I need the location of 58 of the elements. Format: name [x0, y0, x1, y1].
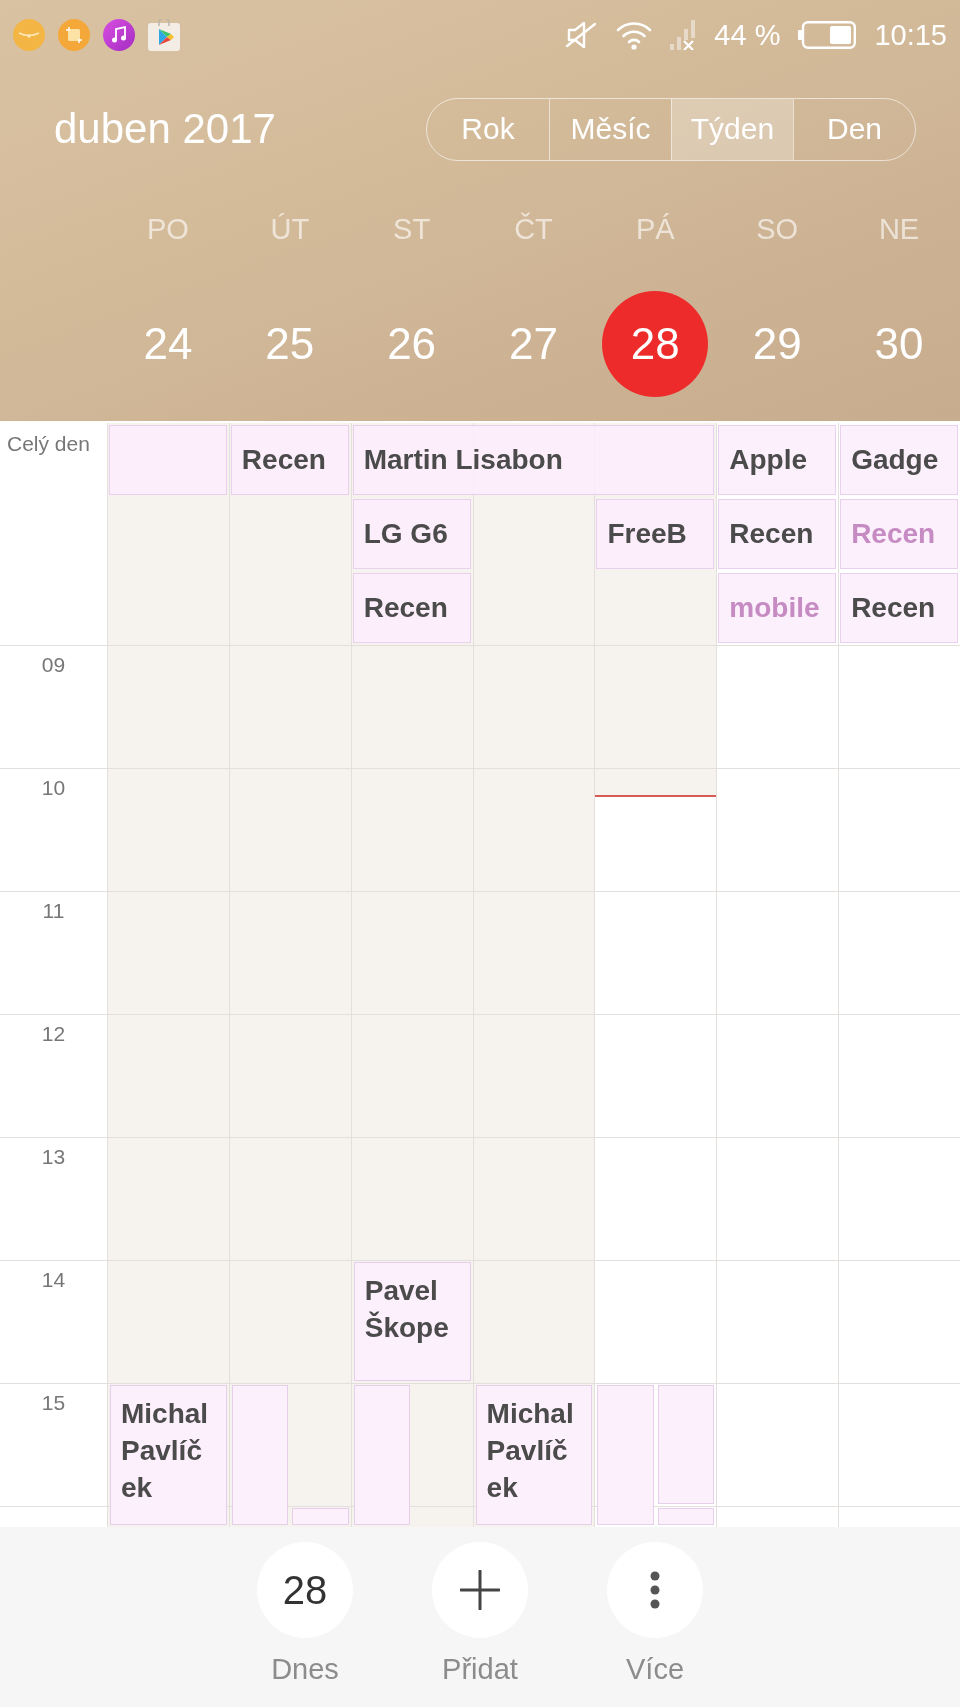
all-day-event[interactable]: Martin Lisabon	[352, 425, 715, 495]
calendar-event[interactable]	[292, 1508, 349, 1525]
calendar-event[interactable]: Michal Pavlíček	[110, 1385, 227, 1525]
all-day-event[interactable]: FreeB	[596, 499, 715, 569]
hour-label: 14	[41, 1269, 66, 1290]
weekday-label: ST	[393, 215, 431, 244]
all-day-event[interactable]: Gadge	[840, 425, 958, 495]
wifi-icon	[616, 20, 653, 50]
hour-label: 11	[42, 900, 65, 921]
calendar-event[interactable]	[657, 1385, 715, 1504]
day-column[interactable]	[228, 645, 351, 1527]
shopping-bag-icon	[148, 19, 180, 51]
weekday-label: ÚT	[270, 215, 310, 244]
hour-label: 10	[41, 777, 66, 798]
all-day-event[interactable]: LG G6	[352, 499, 471, 569]
no-signal-icon	[670, 20, 697, 50]
all-day-event[interactable]	[109, 425, 227, 495]
crop-app-icon	[58, 19, 90, 51]
battery-icon	[798, 21, 857, 49]
app-icon	[13, 19, 45, 51]
clock-time: 10:15	[874, 20, 947, 50]
day-column[interactable]	[594, 645, 717, 1527]
day-column[interactable]	[838, 645, 960, 1527]
weekday-label: NE	[878, 215, 920, 244]
calendar-event[interactable]	[597, 1385, 654, 1525]
all-day-event[interactable]: Recen	[718, 499, 837, 569]
all-day-event[interactable]: Recen	[230, 425, 349, 495]
weekday-label: SO	[756, 215, 799, 244]
calendar-event[interactable]: Pavel Škope	[353, 1262, 471, 1381]
all-day-event[interactable]: Recen	[840, 573, 958, 643]
all-day-event[interactable]: Apple	[718, 425, 837, 495]
month-title: duben 2017	[54, 108, 276, 150]
music-note-icon	[103, 19, 135, 51]
day-column[interactable]: Pavel Škope	[350, 645, 473, 1527]
action-label: Přidat	[442, 1655, 518, 1684]
more-icon	[650, 1571, 660, 1609]
hour-label: 13	[41, 1146, 66, 1167]
weekday-label: PÁ	[636, 215, 675, 244]
hour-label: 09	[41, 654, 66, 675]
all-day-event[interactable]: Recen	[352, 573, 471, 643]
hour-label: 15	[41, 1392, 66, 1413]
weekday-label: PO	[146, 215, 189, 244]
day-column[interactable]: Michal Pavlíček	[472, 645, 595, 1527]
all-day-label: Celý den	[7, 433, 90, 454]
battery-percentage: 44 %	[714, 20, 781, 50]
calendar-event[interactable]	[353, 1385, 411, 1525]
day-column[interactable]	[716, 645, 839, 1527]
mute-icon	[564, 19, 599, 51]
plus-icon	[460, 1570, 500, 1610]
action-label: Více	[626, 1655, 684, 1684]
calendar-event[interactable]	[231, 1385, 289, 1525]
action-label: Dnes	[271, 1655, 339, 1684]
calendar-event[interactable]: Michal Pavlíček	[475, 1385, 593, 1525]
day-column[interactable]: Michal Pavlíček	[107, 645, 229, 1527]
hour-label: 12	[41, 1023, 66, 1044]
today-button[interactable]: 28	[257, 1542, 353, 1638]
date-number[interactable]: 28	[602, 291, 709, 397]
calendar-event[interactable]	[657, 1508, 715, 1525]
